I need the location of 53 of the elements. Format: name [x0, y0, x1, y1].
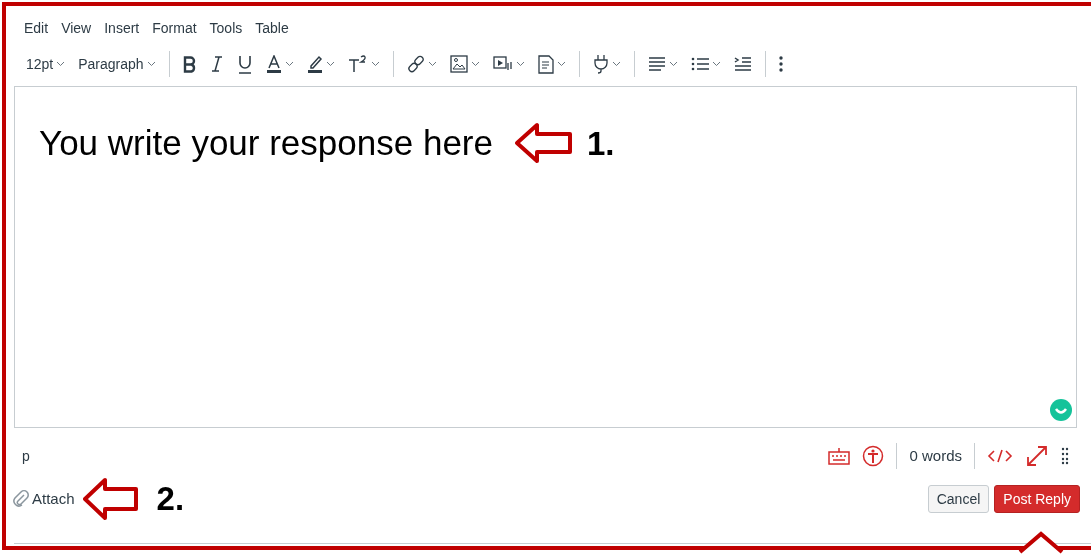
post-reply-button[interactable]: Post Reply: [994, 485, 1080, 513]
menu-item[interactable]: Tools: [209, 17, 243, 39]
menu-item[interactable]: Table: [255, 17, 289, 39]
resize-handle-icon[interactable]: [1061, 447, 1069, 465]
paperclip-icon: [12, 490, 30, 508]
keyboard-icon[interactable]: [828, 447, 851, 465]
toolbar-dropdown[interactable]: 12pt: [26, 53, 66, 75]
toolbar-dropdown[interactable]: Paragraph: [78, 53, 156, 75]
chevron-down-icon: [146, 61, 156, 67]
word-count: 0 words: [909, 445, 962, 466]
chevron-down-icon: [325, 61, 335, 67]
bold-button[interactable]: [182, 55, 197, 73]
left-arrow-icon: [82, 477, 141, 521]
indent-button[interactable]: [733, 57, 752, 71]
chevron-down-icon: [711, 61, 721, 67]
more-button[interactable]: [778, 56, 783, 72]
image-button[interactable]: [449, 55, 480, 73]
cancel-button[interactable]: Cancel: [927, 485, 990, 513]
menu-item[interactable]: Format: [152, 17, 197, 39]
chevron-down-icon: [556, 61, 566, 67]
chevron-down-icon: [470, 61, 480, 67]
element-path[interactable]: p: [22, 445, 30, 467]
chevron-down-icon: [668, 61, 678, 67]
expand-icon[interactable]: [1025, 444, 1049, 468]
chevron-down-icon: [284, 61, 294, 67]
text-color-button[interactable]: [265, 54, 294, 74]
menu-item[interactable]: Insert: [104, 17, 140, 39]
document-button[interactable]: [537, 54, 566, 74]
left-arrow-icon: [515, 122, 573, 165]
menu-item[interactable]: Edit: [24, 17, 49, 39]
italic-button[interactable]: [209, 55, 224, 73]
code-icon[interactable]: [987, 449, 1013, 463]
annotation-label: 2.: [156, 479, 185, 520]
chevron-down-icon: [56, 61, 66, 67]
editor-area[interactable]: You write your response here 1.: [14, 86, 1077, 428]
plug-button[interactable]: [592, 54, 621, 74]
superscript-button[interactable]: [347, 55, 380, 73]
align-button[interactable]: [647, 57, 678, 71]
attach-button[interactable]: Attach: [12, 487, 75, 511]
menu-item[interactable]: View: [61, 17, 92, 39]
chevron-down-icon: [370, 61, 380, 67]
response-text: You write your response here: [39, 122, 493, 164]
bullet-list-button[interactable]: [690, 57, 721, 71]
link-button[interactable]: [406, 55, 437, 73]
pointer-notch: [1018, 530, 1064, 554]
annotation-label: 1.: [587, 123, 615, 164]
accessibility-icon[interactable]: [862, 445, 885, 467]
chevron-down-icon: [611, 61, 621, 67]
chevron-down-icon: [515, 61, 525, 67]
highlighter-button[interactable]: [306, 54, 335, 74]
underline-button[interactable]: [236, 54, 253, 74]
chevron-down-icon: [427, 61, 437, 67]
media-button[interactable]: [492, 55, 525, 73]
